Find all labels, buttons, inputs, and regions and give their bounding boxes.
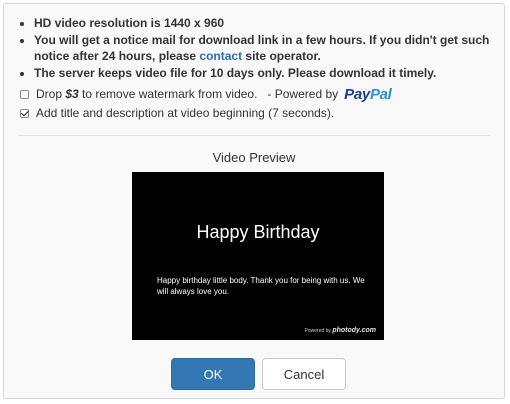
divider	[18, 135, 490, 136]
contact-link[interactable]: contact	[199, 49, 242, 63]
video-watermark: Powered by photody.com	[304, 327, 376, 334]
notes-list: HD video resolution is 1440 x 960 You wi…	[18, 15, 510, 82]
paypal-logo[interactable]: PayPal	[344, 86, 392, 103]
list-item-retention: The server keeps video file for 10 days …	[34, 65, 510, 81]
watermark-price: $3	[65, 87, 79, 101]
title-description-checkbox[interactable]	[20, 108, 29, 118]
resolution-note: HD video resolution is 1440 x 960	[34, 16, 225, 30]
watermark-label-post: to remove watermark from video. - Powere…	[78, 87, 339, 101]
title-description-label: Add title and description at video begin…	[36, 106, 335, 120]
video-preview: Happy Birthday Happy birthday little bod…	[132, 172, 384, 340]
watermark-option: Drop $3 to remove watermark from video. …	[20, 86, 392, 103]
video-order-dialog: HD video resolution is 1440 x 960 You wi…	[3, 3, 505, 399]
title-description-option: Add title and description at video begin…	[20, 105, 334, 121]
list-item-resolution: HD video resolution is 1440 x 960	[34, 15, 510, 31]
watermark-label-pre: Drop	[36, 87, 66, 101]
cancel-button[interactable]: Cancel	[262, 358, 346, 390]
notice-text-end: site operator.	[242, 49, 321, 63]
retention-note: The server keeps video file for 10 days …	[34, 66, 437, 80]
ok-button[interactable]: OK	[171, 358, 255, 390]
video-description: Happy birthday little body. Thank you fo…	[157, 276, 365, 296]
video-title: Happy Birthday	[196, 222, 320, 242]
list-item-notice: You will get a notice mail for download …	[34, 32, 510, 64]
video-preview-heading: Video Preview	[212, 150, 296, 165]
watermark-checkbox[interactable]	[20, 89, 29, 99]
